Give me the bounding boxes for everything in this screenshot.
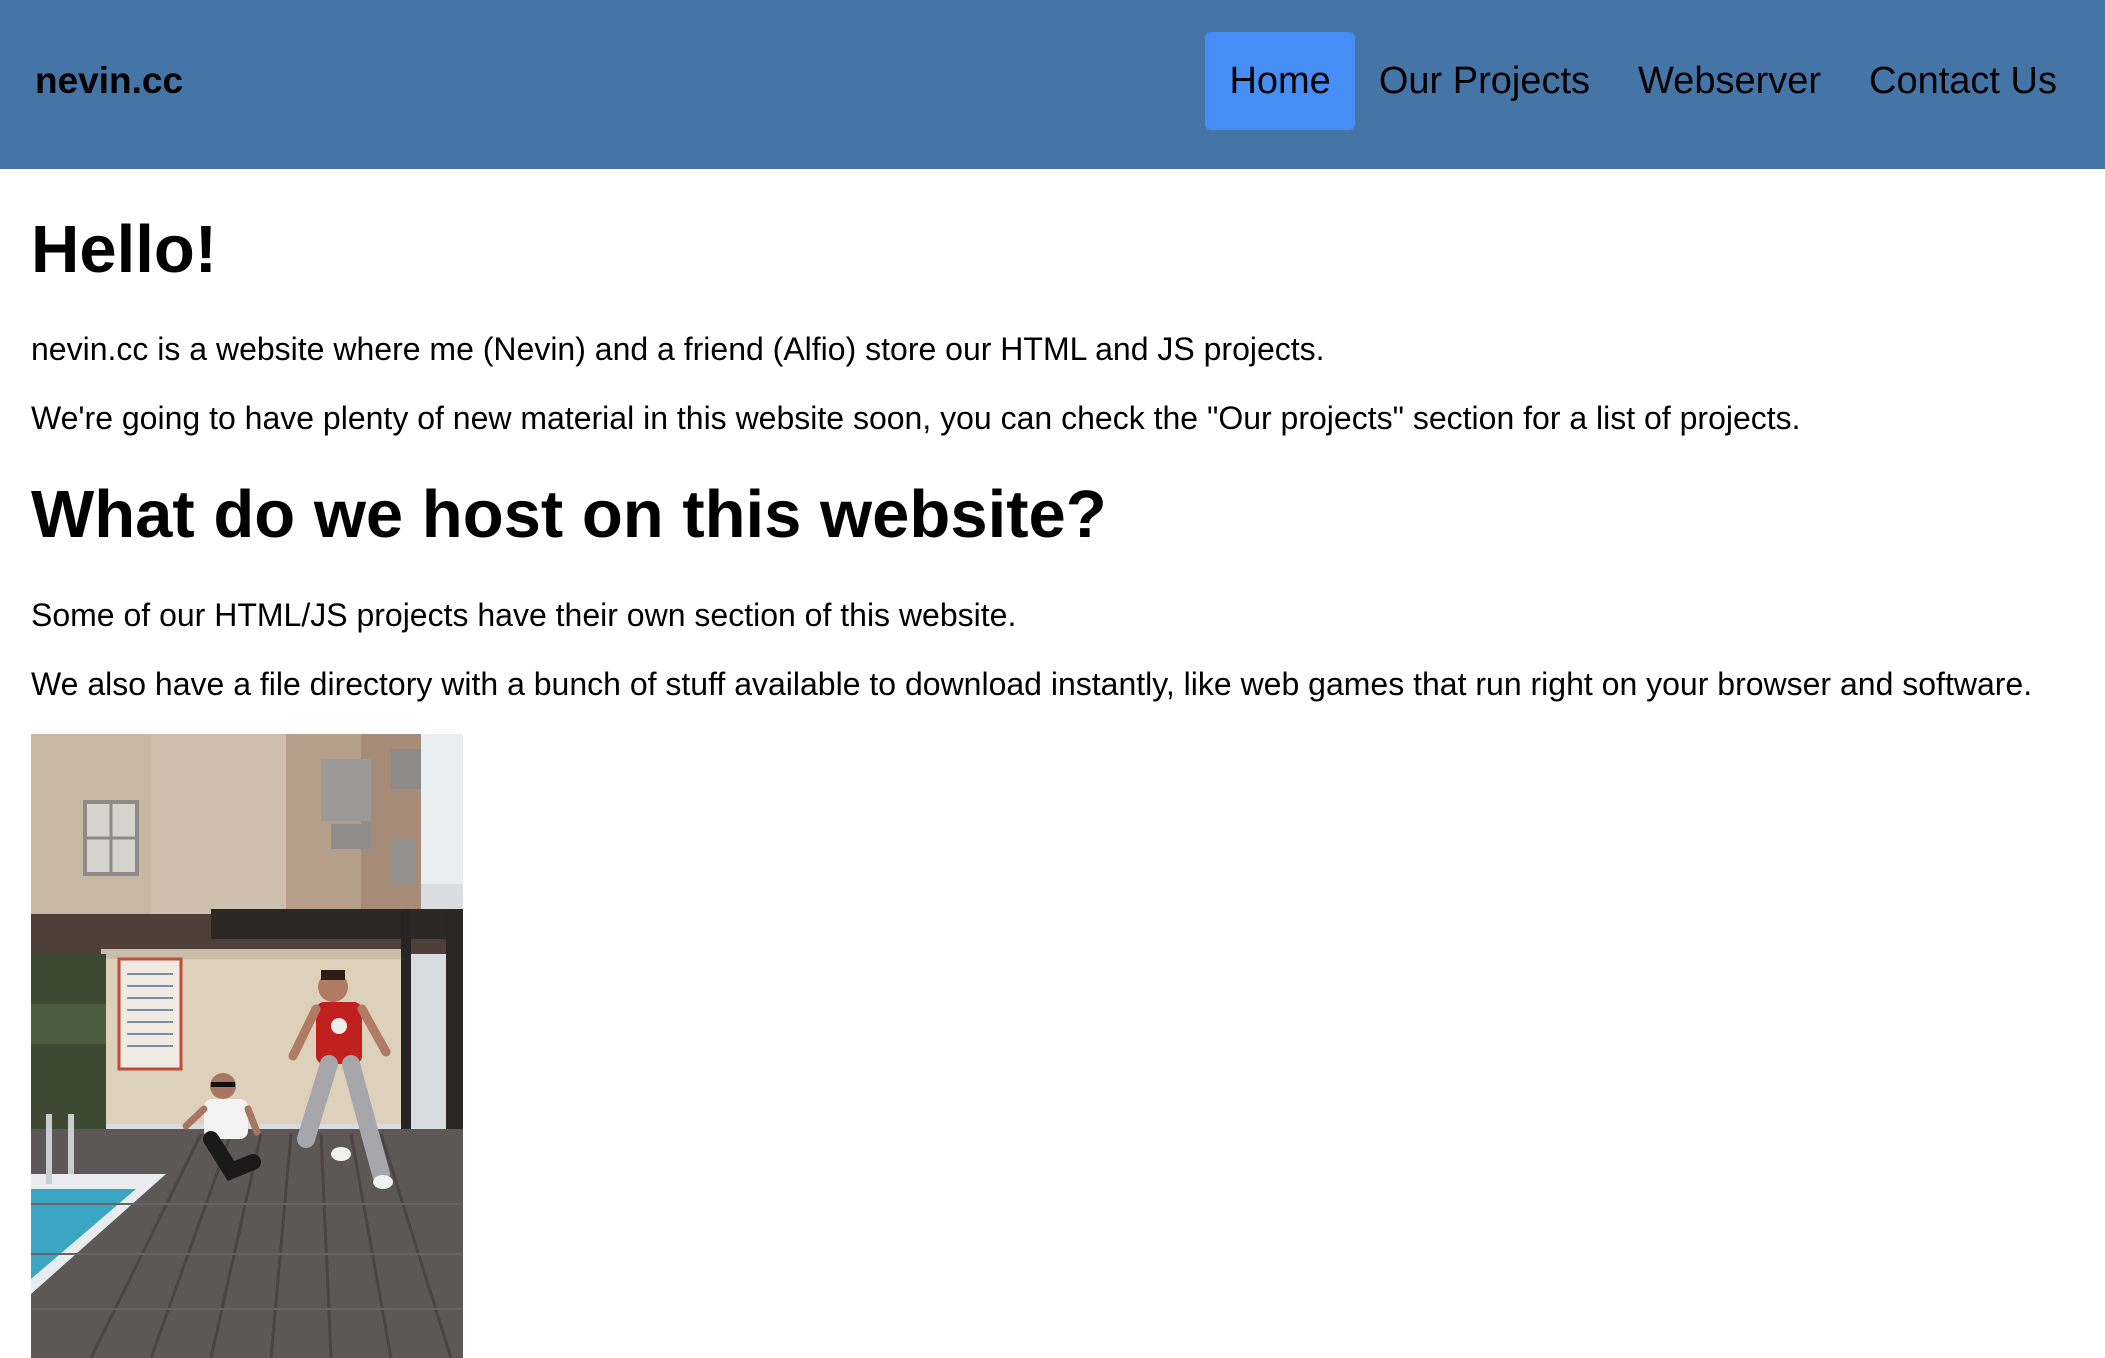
hosting-heading: What do we host on this website? <box>31 477 1107 552</box>
site-brand[interactable]: nevin.cc <box>35 56 183 106</box>
sections-paragraph: Some of our HTML/JS projects have their … <box>31 597 1017 633</box>
nav-webserver[interactable]: Webserver <box>1614 32 1845 130</box>
page-title: Hello! <box>31 212 218 287</box>
main-nav: Home Our Projects Webserver Contact Us <box>1205 32 2105 130</box>
nav-our-projects[interactable]: Our Projects <box>1355 32 1614 130</box>
top-navbar: nevin.cc Home Our Projects Webserver Con… <box>0 0 2105 169</box>
nav-contact-us[interactable]: Contact Us <box>1845 32 2081 130</box>
poolside-photo <box>31 734 463 1358</box>
projects-paragraph: We're going to have plenty of new materi… <box>31 400 1801 436</box>
files-paragraph: We also have a file directory with a bun… <box>31 666 2033 702</box>
nav-home[interactable]: Home <box>1205 32 1355 130</box>
intro-paragraph: nevin.cc is a website where me (Nevin) a… <box>31 331 1325 367</box>
